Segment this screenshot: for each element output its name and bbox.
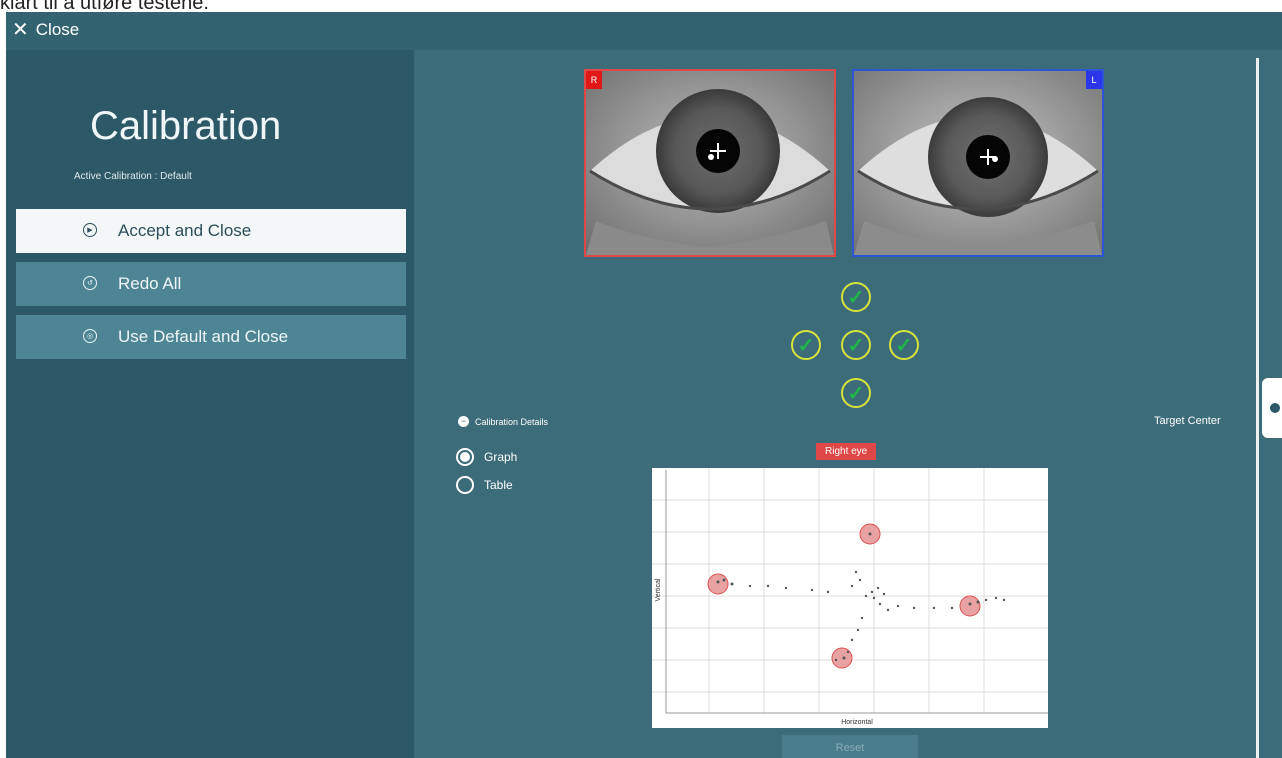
check-icon: ✓ [847, 382, 865, 405]
right-eye-tag: Right eye [816, 443, 877, 460]
close-label: Close [35, 20, 80, 39]
check-icon: ✓ [847, 334, 865, 357]
page-title: Calibration [90, 104, 282, 148]
redo-all-button[interactable]: ↺ Redo All [16, 262, 406, 306]
check-icon: ✓ [847, 286, 865, 309]
left-eye-image: L [852, 69, 1104, 257]
right-eye-image: R [584, 69, 836, 257]
right-eye-badge: R [586, 71, 602, 89]
collapse-icon: − [458, 416, 469, 427]
top-bar: ✕ Close [6, 12, 1282, 50]
calibration-details-label: Calibration Details [475, 416, 549, 427]
active-calibration-label: Active Calibration : Default [74, 171, 192, 182]
table-radio-option[interactable]: Table [456, 476, 513, 494]
check-icon: ✓ [895, 334, 913, 357]
accept-and-close-button[interactable]: ▶ Accept and Close [16, 209, 406, 253]
default-circle-icon: ◎ [83, 329, 97, 343]
graph-radio-option[interactable]: Graph [456, 448, 517, 466]
accept-and-close-label: Accept and Close [118, 221, 252, 240]
redo-all-label: Redo All [118, 274, 182, 293]
left-eye-picture [854, 71, 1102, 255]
left-eye-badge: L [1086, 71, 1102, 89]
calibration-point-right[interactable]: ✓ [889, 330, 919, 360]
graph-xlabel: Horizontal [841, 719, 873, 726]
calibration-point-top[interactable]: ✓ [841, 282, 871, 312]
main-scroll-track [1256, 58, 1259, 758]
calibration-points: ✓ ✓ ✓ ✓ ✓ [781, 282, 931, 412]
table-radio-label: Table [484, 478, 513, 492]
table-radio[interactable] [456, 476, 474, 494]
reset-button[interactable]: Reset [782, 735, 918, 758]
close-icon: ✕ [12, 19, 29, 41]
gaze-graph: Horizontal Vertical [652, 468, 1048, 728]
right-eye-picture [586, 71, 834, 255]
target-center-label: Target Center [1154, 415, 1221, 427]
graph-radio-label: Graph [484, 450, 518, 464]
calibration-point-bottom[interactable]: ✓ [841, 378, 871, 408]
calibration-point-center[interactable]: ✓ [841, 330, 871, 360]
calibration-details-toggle[interactable]: − Calibration Details [458, 416, 548, 427]
check-icon: ✓ [797, 334, 815, 357]
use-default-and-close-label: Use Default and Close [118, 327, 289, 346]
target-center-toggle[interactable] [1262, 378, 1282, 438]
redo-circle-icon: ↺ [83, 276, 97, 290]
play-circle-icon: ▶ [83, 223, 97, 237]
use-default-and-close-button[interactable]: ◎ Use Default and Close [16, 315, 406, 359]
gaze-plot: Horizontal Vertical [652, 468, 1048, 726]
calibration-window: ✕ Close Calibration Active Calibration :… [6, 12, 1282, 758]
sidebar: Calibration Active Calibration : Default… [6, 50, 414, 758]
calibration-point-left[interactable]: ✓ [791, 330, 821, 360]
graph-ylabel: Vertical [655, 578, 662, 601]
close-button[interactable]: ✕ Close [12, 20, 79, 40]
graph-radio[interactable] [456, 448, 474, 466]
